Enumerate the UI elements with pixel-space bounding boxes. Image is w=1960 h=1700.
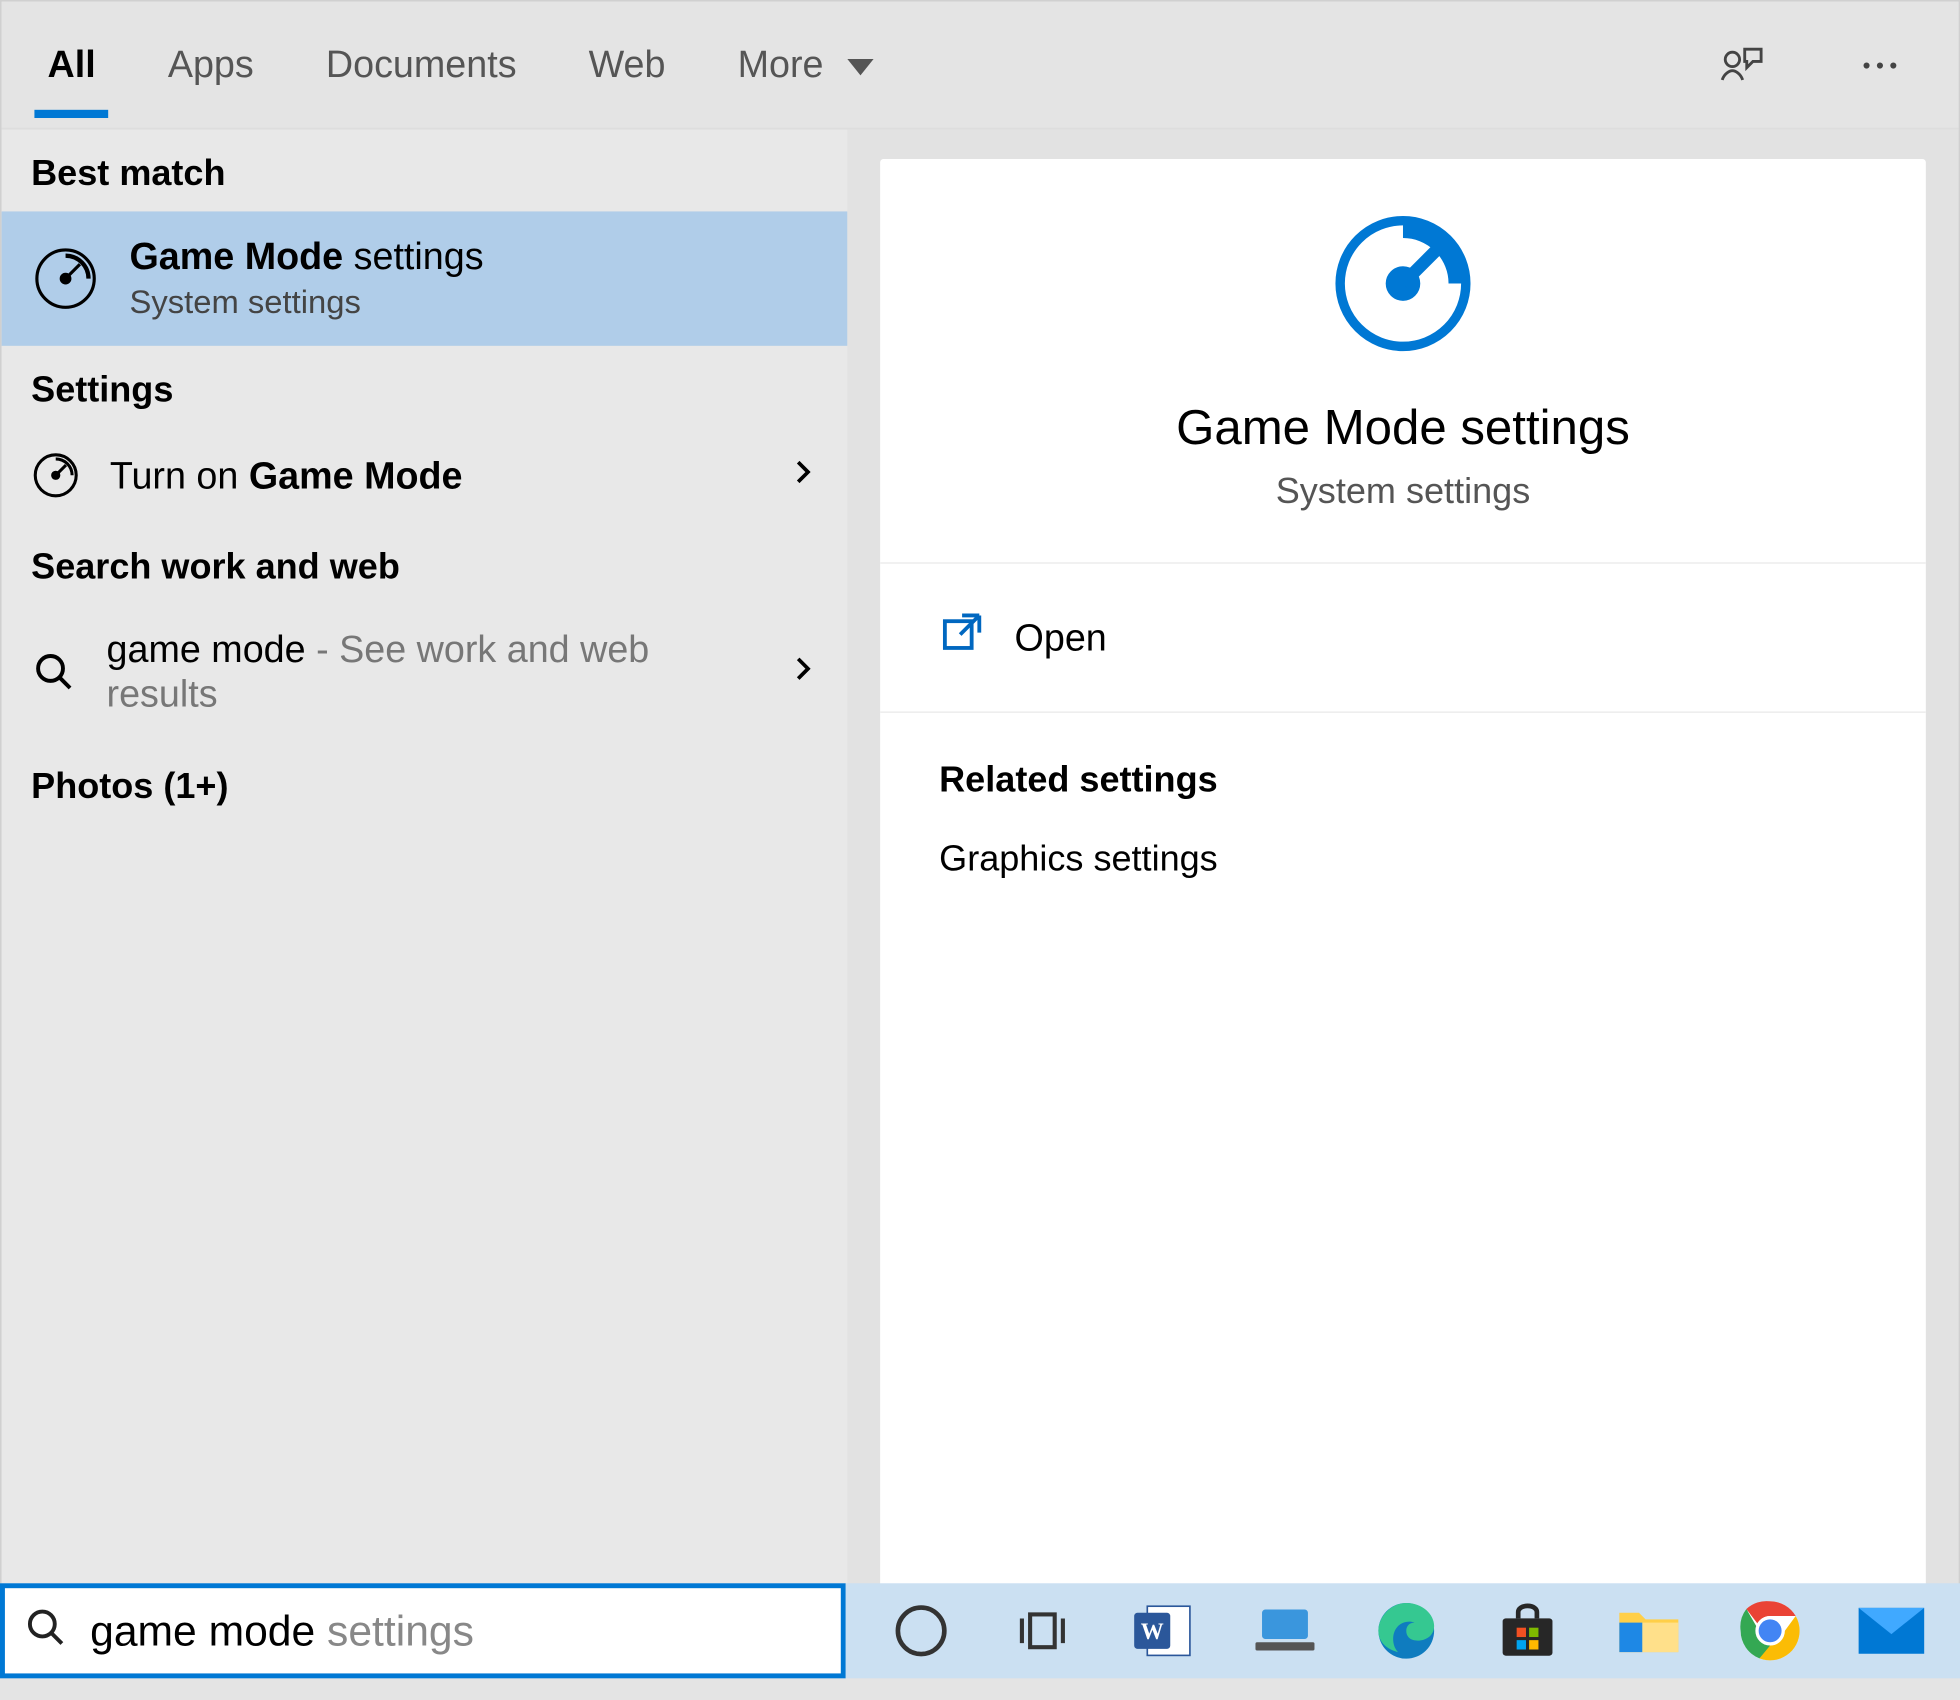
- task-view-icon[interactable]: [1006, 1595, 1078, 1667]
- preview-hero: Game Mode settings System settings: [880, 159, 1926, 564]
- cortana-icon[interactable]: [885, 1595, 957, 1667]
- settings-header: Settings: [2, 346, 848, 428]
- tabs-bar: All Apps Documents Web More: [2, 2, 1959, 130]
- best-match-header: Best match: [2, 129, 848, 211]
- file-explorer-icon[interactable]: [1613, 1595, 1685, 1667]
- gauge-icon: [1328, 208, 1479, 365]
- word-icon[interactable]: W: [1128, 1595, 1200, 1667]
- settings-item-prefix: Turn on: [110, 453, 249, 496]
- web-query: game mode: [107, 628, 306, 671]
- feedback-icon[interactable]: [1693, 40, 1788, 89]
- tab-all[interactable]: All: [34, 13, 108, 116]
- results-list: Best match Game Mode settings System set…: [2, 129, 848, 1670]
- related-header: Related settings: [939, 759, 1867, 802]
- preview-subtitle: System settings: [1276, 470, 1531, 513]
- related-settings: Related settings Graphics settings: [880, 713, 1926, 926]
- laptop-app-icon[interactable]: [1249, 1595, 1321, 1667]
- chevron-down-icon: [847, 59, 873, 75]
- settings-item-bold: Game Mode: [249, 453, 463, 496]
- search-work-web-header: Search work and web: [2, 523, 848, 605]
- tab-apps[interactable]: Apps: [155, 13, 267, 116]
- best-match-title-bold: Game Mode: [129, 234, 343, 277]
- svg-text:W: W: [1141, 1619, 1164, 1644]
- best-match-text: Game Mode settings System settings: [129, 234, 483, 323]
- tab-documents[interactable]: Documents: [313, 13, 530, 116]
- graphics-settings-link[interactable]: Graphics settings: [939, 838, 1867, 881]
- chevron-right-icon: [788, 457, 818, 493]
- open-label: Open: [1015, 615, 1107, 659]
- search-text: game mode settings: [90, 1605, 474, 1656]
- web-search-result[interactable]: game mode - See work and web results: [2, 605, 848, 739]
- open-icon: [939, 610, 985, 666]
- options-icon[interactable]: [1834, 42, 1926, 88]
- best-match-title-rest: settings: [343, 234, 483, 277]
- chevron-right-icon: [788, 654, 818, 690]
- best-match-subtitle: System settings: [129, 285, 483, 323]
- tab-more-label: More: [738, 43, 824, 86]
- search-input[interactable]: game mode settings: [0, 1583, 846, 1678]
- content-area: Best match Game Mode settings System set…: [2, 129, 1959, 1670]
- store-icon[interactable]: [1491, 1595, 1563, 1667]
- edge-icon[interactable]: [1370, 1595, 1442, 1667]
- search-results-panel: All Apps Documents Web More Best match: [0, 0, 1960, 1672]
- preview-title: Game Mode settings: [1176, 402, 1630, 458]
- best-match-result[interactable]: Game Mode settings System settings: [2, 211, 848, 345]
- search-icon: [31, 649, 77, 695]
- preview-card: Game Mode settings System settings Open …: [880, 159, 1926, 1641]
- tab-web[interactable]: Web: [576, 13, 679, 116]
- preview-pane: Game Mode settings System settings Open …: [847, 129, 1958, 1670]
- open-action[interactable]: Open: [880, 564, 1926, 713]
- tab-more[interactable]: More: [725, 13, 887, 116]
- taskbar: W: [846, 1583, 1960, 1678]
- chrome-icon[interactable]: [1734, 1595, 1806, 1667]
- settings-result-game-mode[interactable]: Turn on Game Mode: [2, 428, 848, 523]
- search-icon: [25, 1606, 68, 1655]
- gauge-icon: [31, 451, 80, 500]
- mail-icon[interactable]: [1855, 1595, 1927, 1667]
- search-suggestion: settings: [315, 1605, 474, 1654]
- gauge-icon: [31, 244, 100, 313]
- photos-header[interactable]: Photos (1+): [2, 739, 848, 834]
- search-typed: game mode: [90, 1605, 315, 1654]
